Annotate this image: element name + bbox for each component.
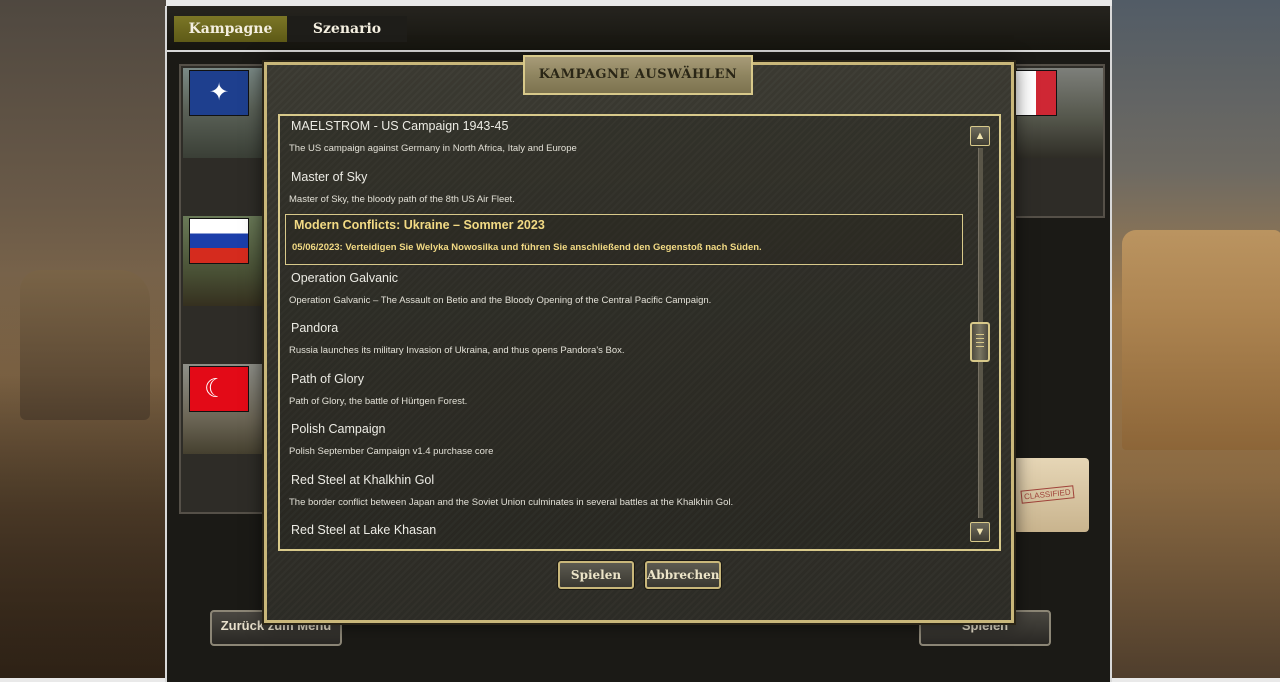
campaign-name: Modern Conflicts: Ukraine – Sommer 2023	[294, 218, 545, 232]
campaign-description: 05/06/2023: Verteidigen Sie Welyka Nowos…	[292, 242, 762, 253]
campaign-item[interactable]: Path of Glory Path of Glory, the battle o…	[283, 369, 965, 419]
campaign-name: Path of Glory	[291, 371, 364, 386]
grip-icon	[976, 334, 984, 348]
campaign-description: Path of Glory, the battle of Hürtgen For…	[289, 395, 468, 407]
campaign-name: Red Steel at Khalkhin Gol	[291, 472, 435, 487]
faction-cards-right	[1013, 64, 1105, 218]
italy-flag-icon	[1015, 70, 1057, 116]
campaign-description: The border conflict between Japan and th…	[289, 496, 734, 508]
folder-stamp: CLASSIFIED	[1020, 485, 1075, 504]
campaign-name: Red Steel at Lake Khasan	[291, 523, 437, 537]
campaign-item[interactable]: Master of Sky Master of Sky, the bloody p…	[283, 167, 965, 217]
campaign-description: Polish September Campaign v1.4 purchase …	[289, 446, 494, 457]
scroll-up-arrow-icon[interactable]: ▲	[970, 126, 990, 146]
campaign-item[interactable]: Red Steel at Khalkhin Gol The border conf…	[283, 470, 965, 520]
turkey-flag-icon: ☾	[189, 366, 249, 412]
select-campaign-dialog: KAMPAGNE AUSWÄHLEN MAELSTROM - US Campai…	[264, 55, 1014, 623]
campaign-list-frame: MAELSTROM - US Campaign 1943-45 The US ca…	[278, 114, 1001, 551]
campaign-list[interactable]: MAELSTROM - US Campaign 1943-45 The US ca…	[283, 116, 965, 547]
campaign-item[interactable]: Operation Galvanic Operation Galvanic – T…	[283, 268, 965, 318]
campaign-description: Master of Sky, the bloody path of the 8t…	[289, 193, 515, 205]
tab-scenario[interactable]: Szenario	[287, 16, 407, 42]
campaign-item-selected[interactable]: Modern Conflicts: Ukraine – Sommer 2023 0…	[285, 214, 963, 265]
nato-flag-icon: ✦	[189, 70, 249, 116]
campaign-item[interactable]: MAELSTROM - US Campaign 1943-45 The US ca…	[283, 116, 965, 166]
cancel-button[interactable]: Abbrechen	[645, 561, 721, 589]
campaign-name: MAELSTROM - US Campaign 1943-45	[291, 119, 509, 133]
classified-folder-icon: CLASSIFIED	[1013, 458, 1089, 532]
faction-cards-left: ✦ ☾	[179, 64, 275, 514]
campaign-name: Operation Galvanic	[291, 270, 399, 285]
background-scene-right	[1112, 0, 1280, 682]
play-button[interactable]: Spielen	[558, 561, 634, 589]
campaign-name: Master of Sky	[291, 169, 368, 184]
dialog-title: KAMPAGNE AUSWÄHLEN	[523, 55, 753, 95]
campaign-description: Operation Galvanic – The Assault on Beti…	[289, 294, 712, 306]
russia-flag-icon	[189, 218, 249, 264]
campaign-name: Polish Campaign	[291, 422, 386, 436]
campaign-item[interactable]: Polish Campaign Polish September Campaign…	[283, 419, 965, 469]
tab-bar: Kampagne Szenario	[167, 6, 1110, 52]
tab-campaign[interactable]: Kampagne	[174, 16, 287, 42]
background-scene-left	[0, 0, 166, 682]
campaign-description: The US campaign against Germany in North…	[289, 143, 577, 154]
campaign-list-scrollbar[interactable]: ▲ ▼	[970, 122, 990, 542]
scroll-thumb[interactable]	[970, 322, 990, 362]
campaign-item[interactable]: Red Steel at Lake Khasan	[283, 520, 965, 547]
campaign-name: Pandora	[291, 321, 339, 335]
campaign-item[interactable]: Pandora Russia launches its military Inva…	[283, 318, 965, 368]
campaign-description: Russia launches its military Invasion of…	[289, 345, 625, 356]
scroll-down-arrow-icon[interactable]: ▼	[970, 522, 990, 542]
